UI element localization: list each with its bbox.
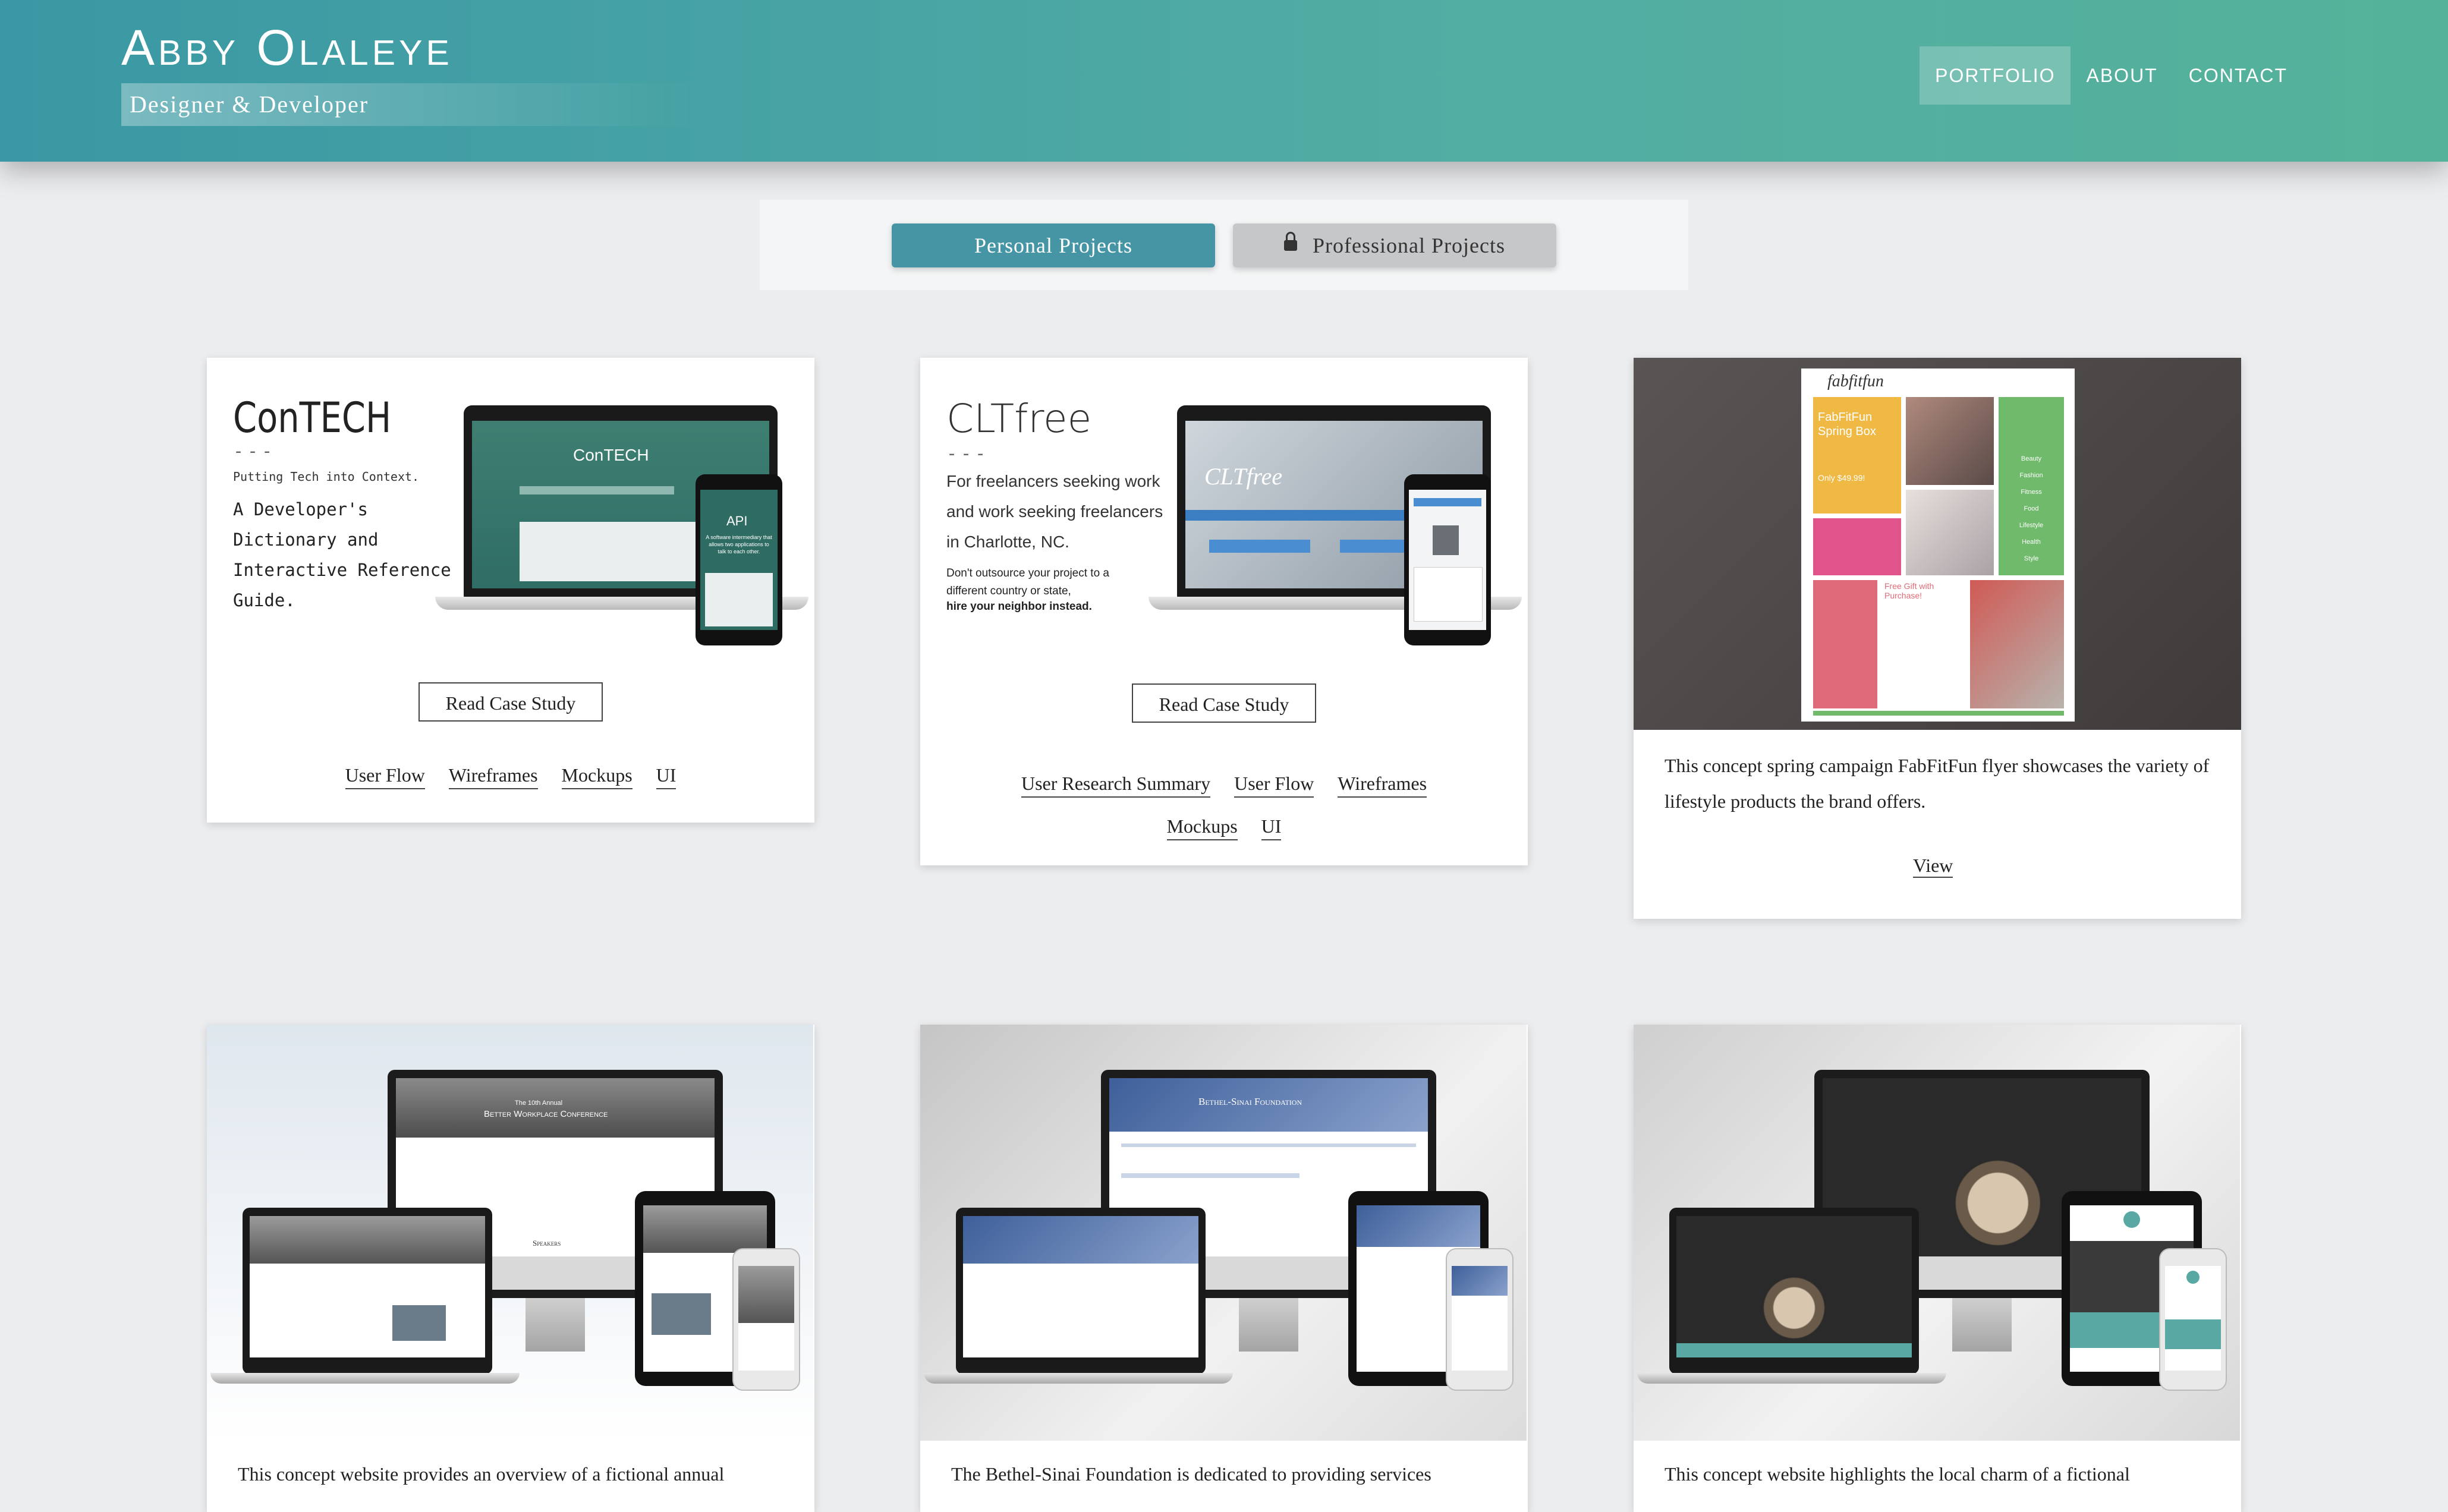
screen-title: Bethel-Sinai Foundation [1198,1096,1302,1107]
project-card-workplace-conference: The 10th Annual Better Workplace Confere… [207,1025,814,1512]
nav-about[interactable]: ABOUT [2071,46,2173,105]
mockup-screen-title: ConTECH [573,446,649,464]
project-card-contech: ConTECH --- Putting Tech into Context. A… [207,358,814,823]
screen-section: Speakers [533,1239,561,1248]
project-title: CLTfree [946,396,1092,442]
flyer-price: Only $49.99! [1818,473,1865,483]
personal-projects-button[interactable]: Personal Projects [892,223,1215,267]
title-dash: --- [233,441,276,462]
case-study-links: User Flow Wireframes Mockups UI [207,762,814,789]
project-description: This concept spring campaign FabFitFun f… [1664,755,2210,812]
project-card-cafe: This concept website highlights the loca… [1634,1025,2241,1512]
project-description: A Developer's Dictionary and Interactive… [233,499,451,610]
mockup-logo: CLTfree [1204,463,1283,490]
phone-screen-heading: API [726,514,748,528]
project-description: This concept website highlights the loca… [1664,1463,2130,1485]
flyer-categories: Beauty Fashion Fitness Food Lifestyle He… [2019,455,2044,562]
phone-mockup [1404,474,1491,645]
phone-screen-text: A software intermediary that allows two … [706,534,772,555]
flyer-image[interactable]: fabfitfun FabFitFun Spring Box Only $49.… [1634,358,2241,730]
site-name[interactable]: Abby Olaleye [121,19,453,77]
case-study-links: User Research Summary User Flow Wireframes… [920,762,1528,848]
read-case-study-button[interactable]: Read Case Study [1132,683,1316,723]
site-header: Abby Olaleye Designer & Developer PORTFO… [0,0,2448,162]
link-ui[interactable]: UI [656,762,676,789]
flyer-offer: Free Gift with Purchase! [1884,581,1934,600]
project-description: The Bethel-Sinai Foundation is dedicated… [951,1463,1431,1485]
link-ui[interactable]: UI [1261,813,1282,840]
project-note-bold: hire your neighbor instead. [946,600,1092,613]
project-description: This concept website provides an overvie… [238,1463,725,1485]
device-mockup-image[interactable]: Bethel-Sinai Foundation [920,1025,1527,1441]
link-user-research-summary[interactable]: User Research Summary [1021,770,1211,798]
link-mockups[interactable]: Mockups [561,762,633,789]
title-dash: --- [946,443,990,464]
flyer-title: FabFitFun Spring Box [1818,411,1876,438]
screen-kicker: The 10th Annual [515,1100,563,1107]
link-user-flow[interactable]: User Flow [345,762,425,789]
professional-projects-label: Professional Projects [1313,234,1505,257]
nav-portfolio[interactable]: PORTFOLIO [1920,46,2071,105]
device-mockup-image[interactable]: The 10th Annual Better Workplace Confere… [207,1025,813,1441]
project-description: For freelancers seeking work and work se… [946,472,1163,551]
project-card-fabfitfun: fabfitfun FabFitFun Spring Box Only $49.… [1634,358,2241,919]
view-link[interactable]: View [1913,855,1953,878]
link-user-flow[interactable]: User Flow [1234,770,1314,798]
link-wireframes[interactable]: Wireframes [448,762,538,789]
project-note: Don't outsource your project to a differ… [946,567,1109,597]
link-wireframes[interactable]: Wireframes [1338,770,1427,798]
project-subtitle: Putting Tech into Context. [233,470,420,484]
main-nav: PORTFOLIO ABOUT CONTACT [1920,46,2303,105]
phone-mockup: API A software intermediary that allows … [696,474,782,645]
project-title: ConTECH [233,393,392,442]
project-card-bethel-sinai: Bethel-Sinai Foundation The Bethel-Sinai… [920,1025,1528,1512]
lock-icon [1284,231,1298,251]
project-type-toggle: Personal Projects Professional Projects [760,200,1688,290]
read-case-study-button[interactable]: Read Case Study [419,682,603,722]
nav-contact[interactable]: CONTACT [2173,46,2303,105]
link-mockups[interactable]: Mockups [1166,813,1238,840]
project-card-cltfree: CLTfree --- For freelancers seeking work… [920,358,1528,865]
flyer-logo: fabfitfun [1827,372,1884,390]
screen-title: Better Workplace Conference [484,1109,608,1119]
device-mockup-image[interactable] [1634,1025,2240,1441]
site-tagline: Designer & Developer [121,83,692,126]
professional-projects-button[interactable]: Professional Projects [1233,223,1556,267]
